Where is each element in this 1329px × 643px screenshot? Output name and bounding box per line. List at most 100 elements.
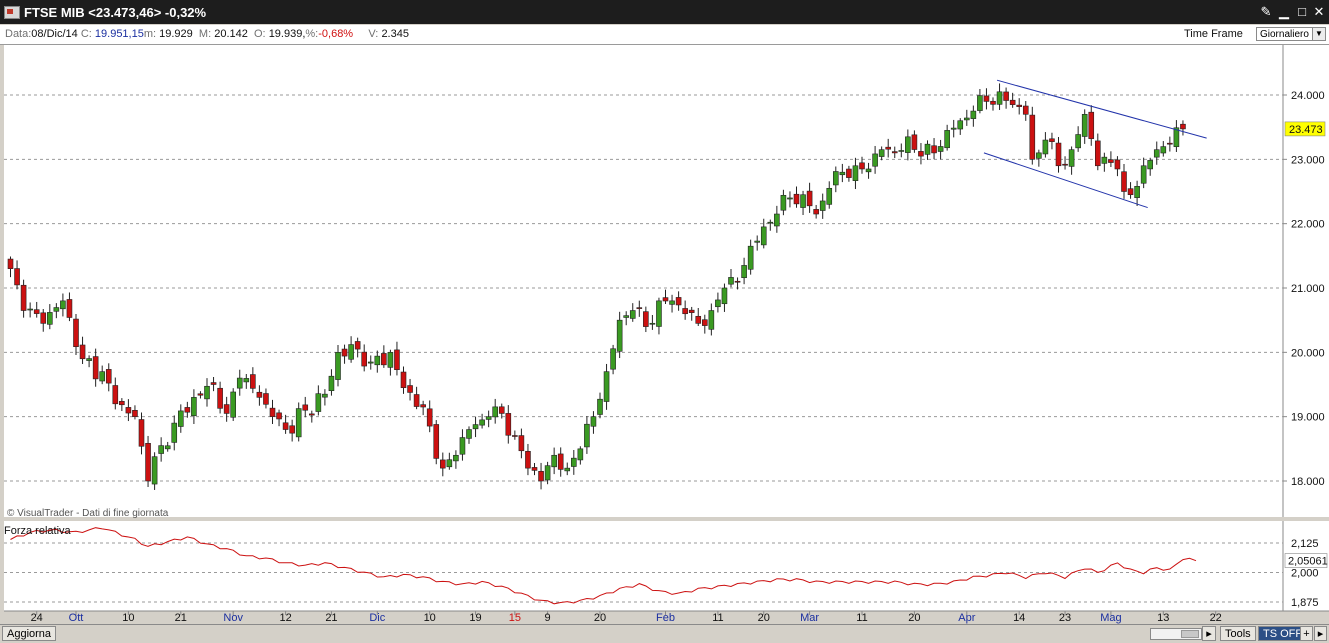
candle-down	[1009, 99, 1016, 105]
candle-up	[597, 398, 603, 415]
candle-up	[819, 200, 826, 211]
candle-down	[354, 341, 361, 350]
chevron-down-icon[interactable]: ▼	[1312, 28, 1325, 40]
more-icon[interactable]: ▸	[1314, 626, 1327, 641]
close-label: C:	[80, 28, 92, 40]
candle-down	[394, 349, 400, 371]
candle-up	[479, 419, 485, 426]
candle-down	[14, 268, 20, 286]
time-tick-label: 24	[31, 612, 43, 624]
candle-down	[105, 369, 112, 384]
candle-down	[662, 297, 669, 302]
candle-down	[263, 393, 269, 405]
candle-up	[151, 456, 158, 485]
time-tick-label: Mar	[800, 612, 819, 624]
price-tick-label: 19.000	[1291, 412, 1325, 424]
candle-down	[1127, 188, 1134, 196]
candle-down	[498, 406, 505, 414]
candle-down	[73, 318, 79, 347]
close-button[interactable]: ✕	[1311, 4, 1327, 20]
time-tick-label: Ott	[69, 612, 84, 624]
candle-down	[1167, 142, 1173, 145]
candle-down	[538, 470, 544, 482]
time-tick-label: 22	[1210, 612, 1222, 624]
candle-up	[616, 319, 623, 352]
candle-up	[158, 445, 164, 454]
candle-down	[695, 315, 702, 324]
time-tick-label: Mag	[1100, 612, 1121, 624]
candle-up	[322, 393, 328, 398]
time-tick-label: Feb	[656, 612, 675, 624]
candle-up	[878, 149, 885, 157]
candle-down	[806, 190, 813, 207]
time-tick-label: 11	[712, 612, 723, 624]
candle-up	[230, 391, 236, 418]
time-tick-label: 13	[1157, 612, 1169, 624]
candle-down	[132, 410, 138, 417]
candle-down	[407, 385, 413, 393]
price-tick-label: 24.000	[1291, 90, 1325, 102]
horizontal-scrollbar[interactable]	[1150, 628, 1202, 640]
tools-button[interactable]: Tools	[1220, 626, 1256, 641]
rsi-label: Forza relativa	[4, 525, 72, 537]
refresh-button[interactable]: Aggiorna	[2, 626, 57, 641]
candle-up	[472, 424, 479, 430]
chart-area[interactable]: 24.000 23.000 22.000 21.000 20.000 19.000 18.0…	[4, 45, 1329, 642]
candle-up	[754, 240, 761, 243]
candle-down	[505, 413, 512, 436]
candle-up	[970, 110, 977, 119]
candle-up	[1160, 146, 1167, 154]
timeframe-label: Time Frame	[1184, 28, 1243, 40]
minimize-button[interactable]: ▁	[1276, 4, 1292, 20]
time-tick-label: 10	[424, 612, 436, 624]
title-bar: FTSE MIB <23.473,46> -0,32% ✎ ▁ □ ✕	[0, 0, 1329, 24]
candle-down	[433, 424, 440, 459]
candle-up	[832, 171, 839, 186]
chart-svg[interactable]: 24.000 23.000 22.000 21.000 20.000 19.000 18.0…	[4, 45, 1329, 624]
candle-up	[708, 310, 715, 330]
candle-up	[191, 397, 197, 417]
candle-up	[1042, 139, 1049, 155]
time-tick-label: Dic	[369, 612, 385, 624]
time-tick-label: 20	[594, 612, 606, 624]
price-tick-label: 20.000	[1291, 347, 1325, 359]
candle-down	[426, 408, 433, 427]
time-tick-label: 14	[1013, 612, 1025, 624]
maximize-button[interactable]: □	[1294, 4, 1310, 20]
add-button[interactable]: +	[1300, 626, 1313, 641]
candle-down	[40, 312, 47, 324]
time-tick-label: 19	[469, 612, 481, 624]
candle-up	[1153, 149, 1160, 158]
candle-up	[577, 448, 584, 461]
scroll-right-button[interactable]: ▸	[1202, 626, 1216, 641]
price-tick-label: 22.000	[1291, 219, 1325, 231]
timeframe-value: Giornaliero	[1260, 29, 1309, 40]
candle-down	[1022, 105, 1029, 115]
candle-down	[210, 382, 217, 385]
time-tick-label: Apr	[958, 612, 975, 624]
candle-down	[282, 422, 289, 430]
timeframe-select[interactable]: Giornaliero ▼	[1256, 27, 1326, 41]
candle-up	[348, 344, 354, 360]
pct-value: -0,68%	[318, 28, 354, 40]
candle-down	[813, 209, 819, 215]
candle-up	[1068, 149, 1075, 167]
candle-up	[492, 406, 499, 418]
candle-down	[1180, 123, 1186, 130]
time-tick-label: 10	[122, 612, 134, 624]
candle-up	[741, 265, 747, 279]
candle-up	[387, 352, 394, 368]
volume-value: 2.345	[381, 28, 409, 40]
candle-down	[184, 407, 191, 413]
candle-up	[656, 300, 662, 327]
wrench-icon[interactable]: ✎	[1258, 4, 1274, 20]
candle-up	[295, 408, 302, 438]
candle-up	[204, 385, 210, 400]
time-tick-label: Nov	[223, 612, 243, 624]
candle-up	[328, 375, 335, 392]
candle-up	[178, 410, 184, 427]
candle-up	[171, 422, 178, 443]
candle-down	[846, 168, 852, 178]
candle-up	[649, 322, 656, 325]
scroll-thumb[interactable]	[1181, 630, 1199, 638]
